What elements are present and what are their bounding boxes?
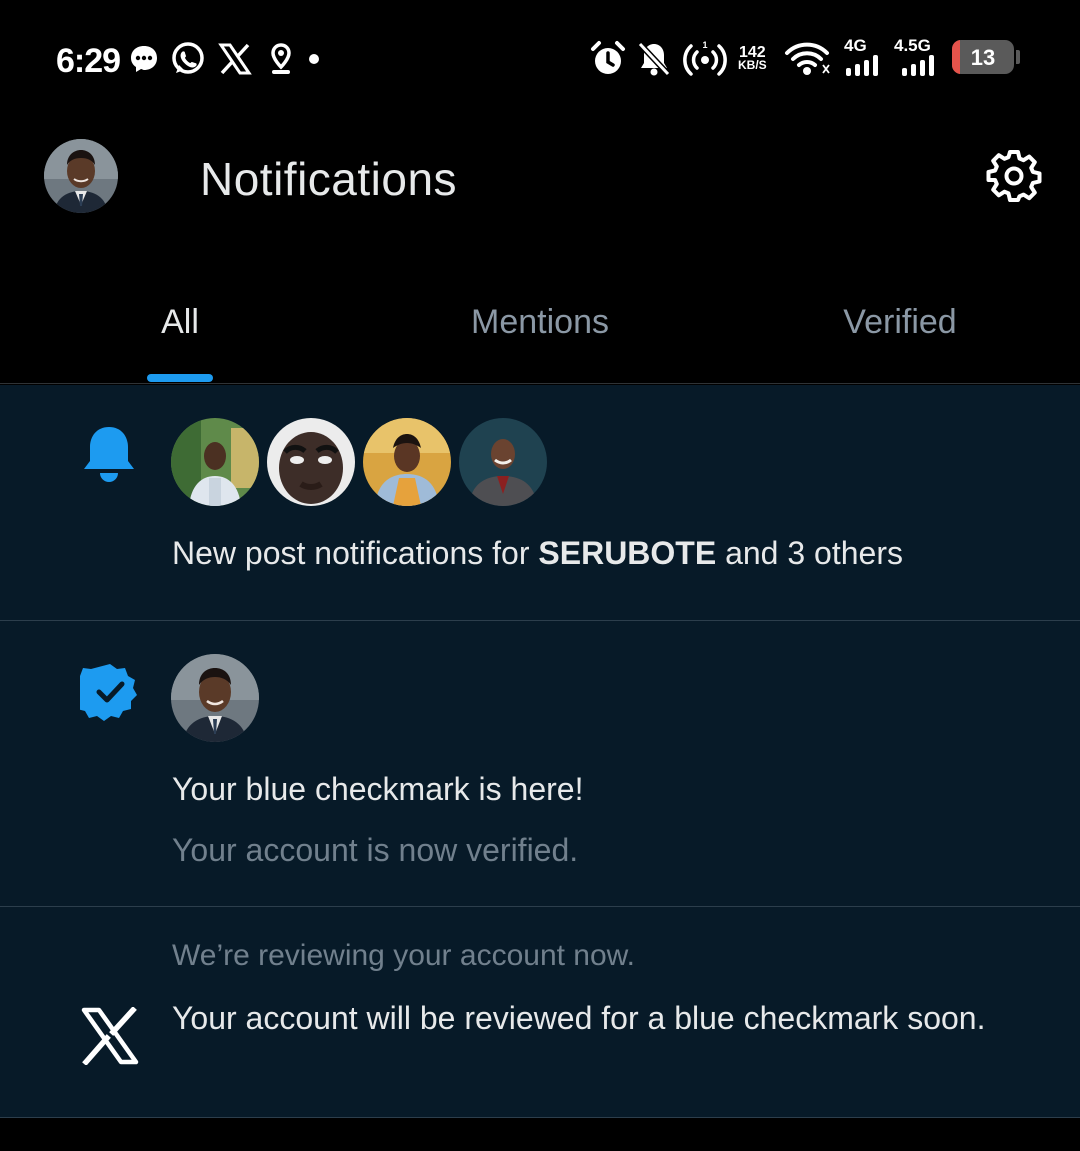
signal-4g-icon: 4G	[842, 36, 882, 82]
wifi-icon	[784, 36, 830, 82]
alarm-icon	[590, 36, 626, 82]
notification-title: Your account will be reviewed for a blue…	[172, 1000, 986, 1036]
notification-item-verified[interactable]: Your blue checkmark is here! Your accoun…	[0, 621, 1080, 907]
verified-badge-icon	[71, 661, 140, 726]
svg-text:1: 1	[702, 40, 707, 50]
signal-4-5g-icon: 4.5G	[894, 36, 940, 82]
avatar[interactable]	[459, 418, 547, 506]
whatsapp-icon	[170, 36, 206, 82]
notifications-feed: New post notifications for SERUBOTE and …	[0, 385, 1080, 1118]
status-time: 6:29	[56, 42, 121, 80]
notification-tabs: All Mentions Verified	[0, 285, 1080, 384]
notification-subtitle: Your account is now verified.	[172, 832, 579, 868]
notification-subtitle: We’re reviewing your account now.	[172, 939, 636, 972]
x-app-icon	[218, 36, 252, 82]
battery-indicator: 13	[952, 40, 1014, 74]
settings-button[interactable]	[984, 146, 1044, 206]
avatar[interactable]	[267, 418, 355, 506]
chat-bubble-icon	[128, 36, 160, 82]
app-header: Notifications	[0, 118, 1080, 248]
notification-title: Your blue checkmark is here!	[172, 771, 584, 807]
battery-tip	[1016, 50, 1020, 64]
avatar[interactable]	[363, 418, 451, 506]
active-tab-indicator	[147, 374, 213, 382]
location-icon	[268, 36, 294, 82]
bottom-edge	[0, 1118, 1080, 1151]
more-notifications-dot-icon	[308, 36, 320, 82]
page-title: Notifications	[200, 153, 458, 205]
avatar[interactable]	[171, 654, 259, 742]
status-bar: 6:29 1 142 KB/S 4G 4.5G 13	[0, 0, 1080, 118]
tab-verified[interactable]: Verified	[800, 303, 1000, 342]
x-logo-icon	[80, 1006, 140, 1070]
notification-item-new-posts[interactable]: New post notifications for SERUBOTE and …	[0, 385, 1080, 621]
notification-item-review[interactable]: We’re reviewing your account now. Your a…	[0, 907, 1080, 1118]
bell-icon	[80, 421, 138, 488]
avatar[interactable]	[171, 418, 259, 506]
battery-level-text: 13	[970, 45, 996, 70]
tab-all[interactable]: All	[130, 303, 230, 342]
profile-avatar[interactable]	[44, 139, 118, 213]
gear-icon	[986, 150, 1042, 202]
notification-text: New post notifications for SERUBOTE and …	[172, 535, 903, 571]
hotspot-icon: 1	[682, 36, 728, 82]
tab-mentions[interactable]: Mentions	[440, 303, 640, 342]
network-speed: 142 KB/S	[738, 44, 767, 72]
muted-bell-icon	[636, 36, 672, 82]
